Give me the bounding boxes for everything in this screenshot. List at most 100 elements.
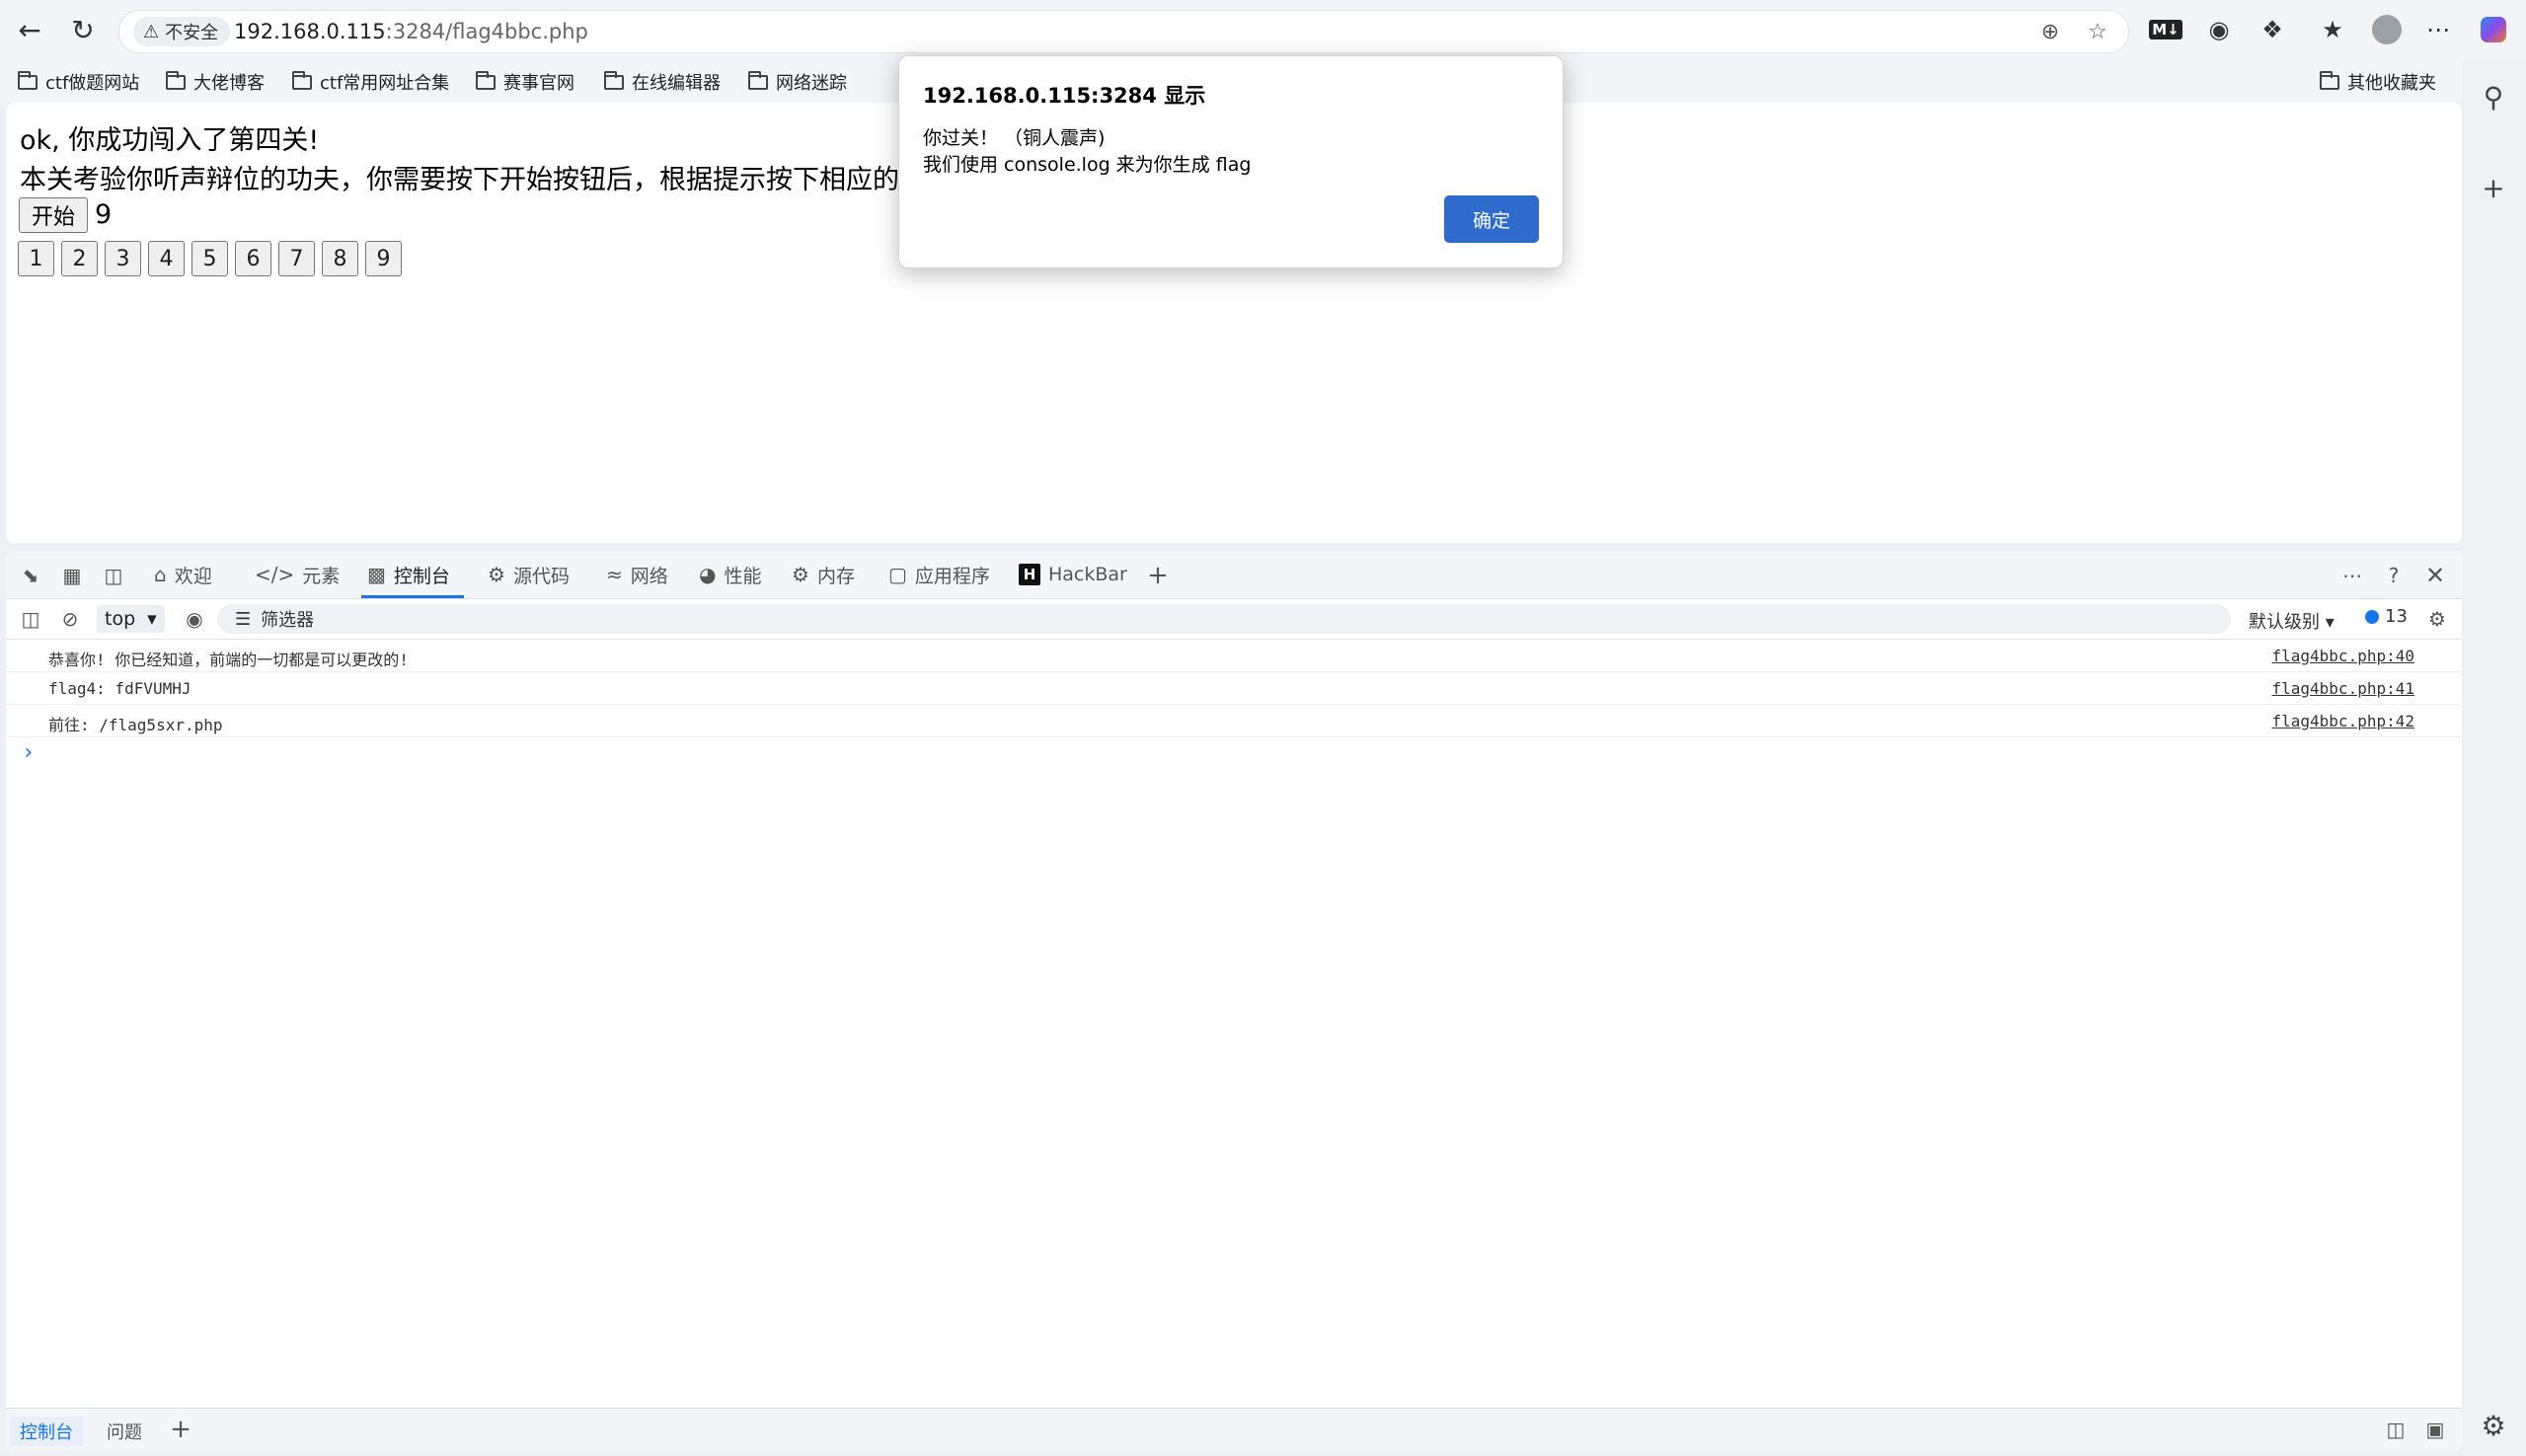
bookmark-item[interactable]: ctf做题网站 [18,67,139,97]
source-link[interactable]: flag4bbc.php:42 [2272,712,2415,730]
folder-icon [604,70,624,90]
folder-icon [18,70,38,90]
folder-icon [476,70,496,90]
console-line: 恭喜你! 你已经知道，前端的一切都是可以更改的! flag4bbc.php:40 [6,640,2462,672]
bookmark-label: 赛事官网 [503,73,574,94]
number-button[interactable]: 7 [278,241,315,276]
more-menu-icon[interactable]: ⋯ [2420,12,2456,47]
url-text[interactable]: 192.168.0.115:3284/flag4bbc.php [234,20,588,43]
drawer-tab-console[interactable]: 控制台 [10,1417,83,1446]
number-button[interactable]: 8 [322,241,358,276]
device-toggle-icon[interactable]: ▦ [57,561,87,590]
tab-label: 网络 [630,565,668,587]
tab-welcome[interactable]: ⌂ 欢迎 [154,551,212,598]
number-button[interactable]: 3 [105,241,141,276]
clear-console-icon[interactable]: ⊘ [55,604,85,634]
home-icon: ⌂ [154,563,167,586]
bookmark-item[interactable]: ctf常用网址合集 [292,67,449,97]
reload-icon[interactable]: ↻ [65,12,101,47]
copilot-icon[interactable] [2476,12,2511,47]
chip-icon: ⚙ [792,563,809,586]
security-chip[interactable]: ⚠ 不安全 [133,17,231,46]
tab-console[interactable]: ▩ 控制台 [361,551,464,598]
console-toolbar: ◫ ⊘ top ▾ ◉ ☰ 筛选器 默认级别 ▾ 13 ⚙ [6,599,2462,640]
folder-icon [2320,70,2339,90]
add-icon[interactable]: + [2476,170,2511,205]
edge-sidebar: ⚲ + ⚙ [2462,59,2526,1456]
tab-network[interactable]: ≈ 网络 [606,551,668,598]
console-prompt-chevron-icon[interactable]: › [22,740,35,765]
tab-sources[interactable]: ⚙ 源代码 [488,551,570,598]
devtools-tabbar: ⬊ ▦ ◫ ⌂ 欢迎 </> 元素 ▩ 控制台 ⚙ 源代码 ≈ 网络 ◕ 性能 ⚙ 内存 ▢ 应… [6,551,2462,599]
drawer-add-tab-icon[interactable]: + [166,1415,195,1444]
address-bar[interactable]: ⚠ 不安全 192.168.0.115:3284/flag4bbc.php ⊕ … [118,10,2129,53]
log-level-select[interactable]: 默认级别 ▾ [2249,608,2335,634]
console-line: 前往: /flag5sxr.php flag4bbc.php:42 [6,705,2462,737]
markdown-extension-icon[interactable]: M↓ [2148,12,2183,47]
tab-label: HackBar [1048,564,1127,585]
help-icon[interactable]: ? [2379,561,2409,590]
tab-label: 控制台 [393,565,450,587]
zoom-icon[interactable]: ⊕ [2035,17,2065,46]
dialog-ok-button[interactable]: 确定 [1444,195,1539,243]
level-instructions: 本关考验你听声辩位的功夫，你需要按下开始按钮后，根据提示按下相应的按 [20,165,926,195]
tab-label: 应用程序 [914,565,990,587]
bookmark-item[interactable]: 赛事官网 [476,67,574,97]
other-bookmarks[interactable]: 其他收藏夹 [2320,67,2436,97]
filter-input[interactable]: ☰ 筛选器 [217,604,2231,634]
filter-placeholder: 筛选器 [261,610,315,631]
number-button[interactable]: 9 [365,241,402,276]
source-link[interactable]: flag4bbc.php:40 [2272,647,2415,665]
record-extension-icon[interactable]: ◉ [2201,12,2237,47]
search-icon[interactable]: ⚲ [2476,79,2511,115]
back-arrow-icon[interactable]: ← [12,12,47,47]
tab-performance[interactable]: ◕ 性能 [699,551,761,598]
number-button[interactable]: 1 [18,241,54,276]
tab-label: 元素 [302,565,341,587]
add-tab-icon[interactable]: + [1143,561,1173,590]
tab-memory[interactable]: ⚙ 内存 [792,551,855,598]
number-button[interactable]: 5 [191,241,228,276]
number-button[interactable]: 2 [61,241,98,276]
favorite-star-icon[interactable]: ☆ [2083,17,2112,46]
context-select[interactable]: top ▾ [97,605,165,633]
close-devtools-icon[interactable]: ✕ [2420,561,2450,590]
level-label: 默认级别 [2249,612,2320,633]
number-button[interactable]: 4 [148,241,185,276]
console-output: 恭喜你! 你已经知道，前端的一切都是可以更改的! flag4bbc.php:40… [6,640,2462,765]
url-host: 192.168.0.115 [234,20,386,43]
inspect-icon[interactable]: ⬊ [16,561,45,590]
extensions-puzzle-icon[interactable]: ❖ [2255,12,2290,47]
hackbar-icon: H [1019,564,1040,585]
drawer-tab-issues[interactable]: 问题 [97,1417,152,1446]
number-button[interactable]: 6 [235,241,271,276]
bug-icon: ⚙ [488,563,505,586]
live-expression-eye-icon[interactable]: ◉ [180,604,209,634]
start-button[interactable]: 开始 [19,197,89,233]
issues-counter[interactable]: 13 [2365,606,2408,627]
bookmark-item[interactable]: 在线编辑器 [604,67,721,97]
tab-hackbar[interactable]: H HackBar [1019,551,1127,598]
code-icon: </> [255,563,295,586]
bookmark-item[interactable]: 大佬博客 [166,67,265,97]
counter-text: 9 [95,199,113,230]
more-tools-icon[interactable]: ⋯ [2337,561,2367,590]
wifi-icon: ≈ [606,563,623,586]
sidebar-toggle-icon[interactable]: ◫ [16,604,45,634]
collapse-drawer-icon[interactable]: ▣ [2420,1415,2450,1444]
profile-avatar[interactable] [2369,12,2405,47]
console-settings-gear-icon[interactable]: ⚙ [2422,604,2452,634]
dock-drawer-icon[interactable]: ◫ [2381,1415,2411,1444]
dropdown-triangle-icon: ▾ [147,608,157,630]
bookmark-label: 在线编辑器 [632,73,721,94]
settings-gear-icon[interactable]: ⚙ [2476,1408,2511,1443]
filter-icon: ☰ [235,608,252,630]
tab-application[interactable]: ▢ 应用程序 [888,551,990,598]
tab-elements[interactable]: </> 元素 [255,551,340,598]
source-link[interactable]: flag4bbc.php:41 [2272,679,2415,698]
security-label: 不安全 [165,23,219,43]
message-icon [2365,609,2379,624]
bookmark-item[interactable]: 网络迷踪 [748,67,847,97]
favorites-icon[interactable]: ★ [2315,12,2350,47]
dock-side-icon[interactable]: ◫ [99,561,128,590]
